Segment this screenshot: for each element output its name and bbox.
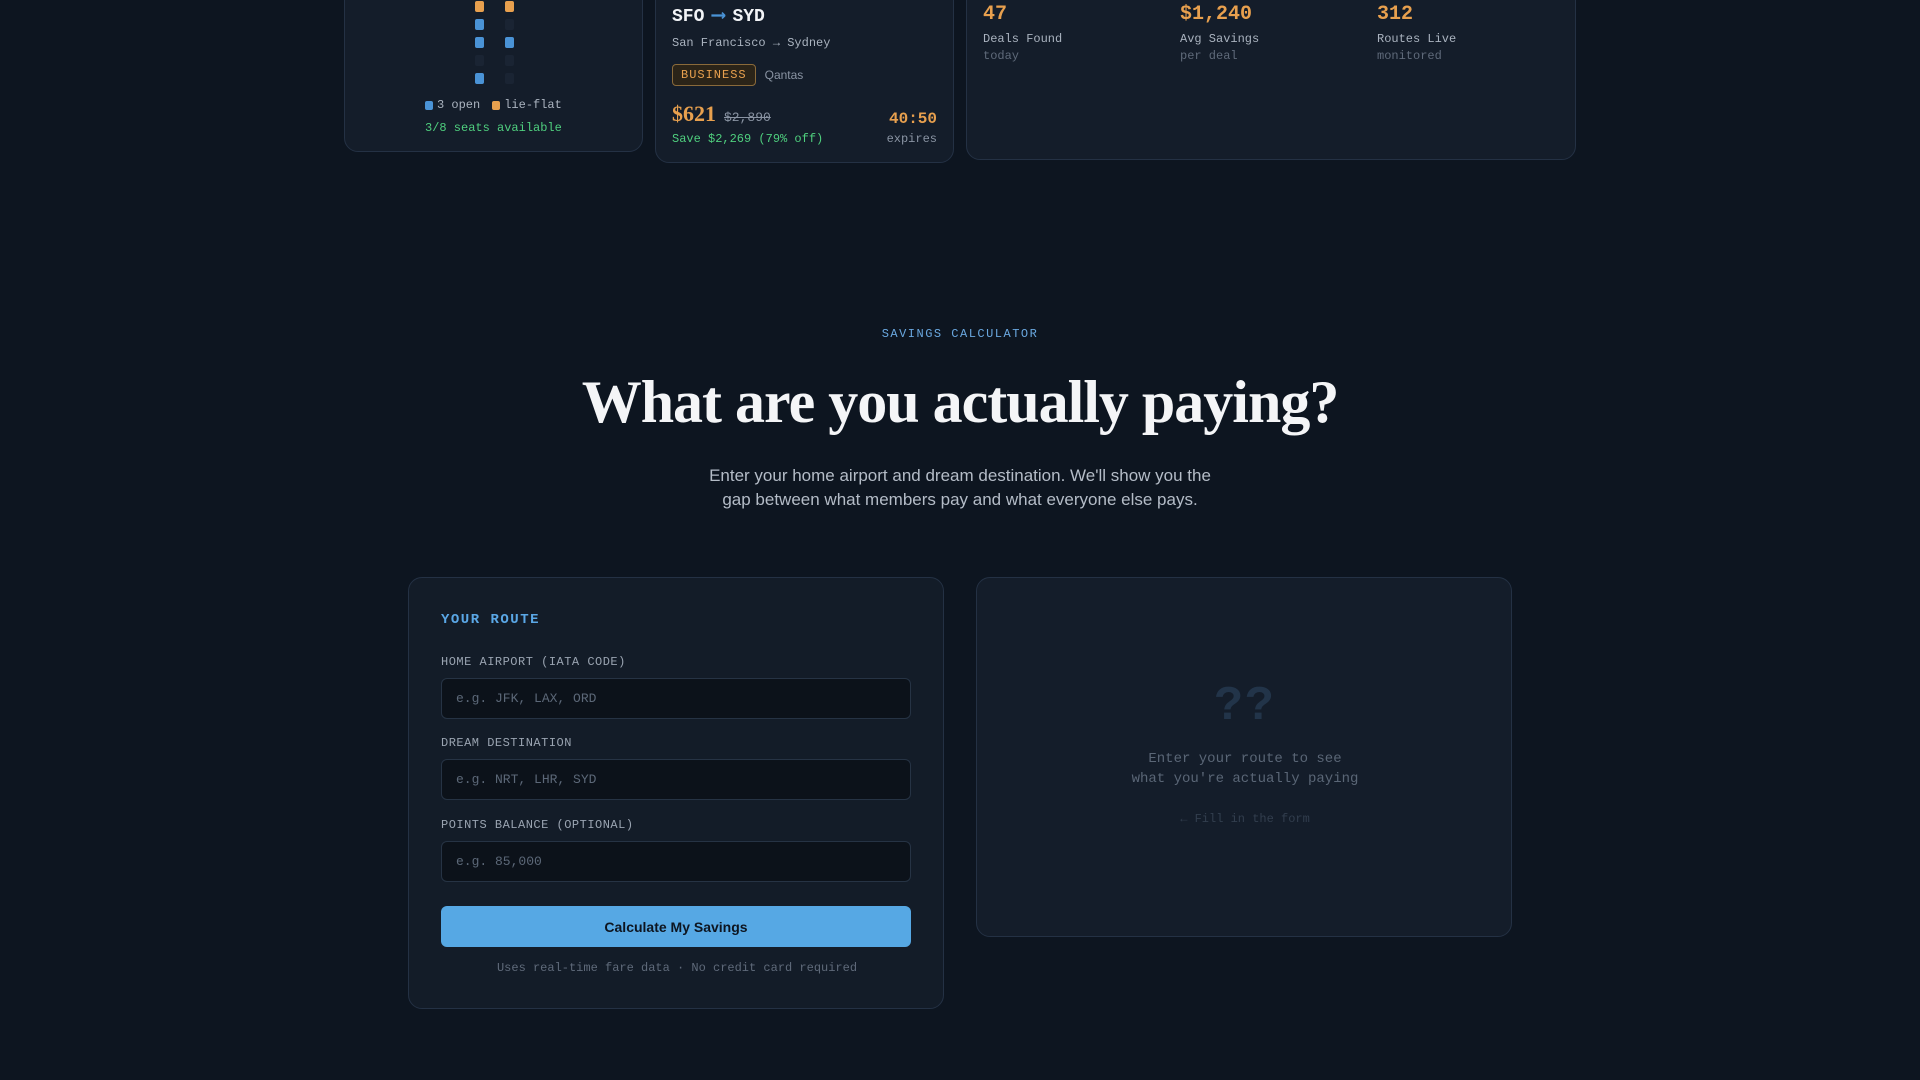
deal-price: $621	[672, 101, 716, 126]
stat-routes: 312 Routes Live monitored	[1377, 3, 1456, 63]
seat-open[interactable]	[505, 37, 514, 48]
seat-taken	[505, 19, 514, 30]
lieflat-seat-swatch-icon	[492, 100, 501, 110]
points-balance-label: POINTS BALANCE (OPTIONAL)	[441, 818, 634, 832]
section-subhead: Enter your home airport and dream destin…	[709, 466, 1211, 509]
stat-value: 47	[983, 3, 1008, 26]
result-card: ?? Enter your route to see what you're a…	[976, 577, 1512, 937]
stat-sub: today	[983, 49, 1020, 63]
legend-lieflat-label: lie-flat	[504, 98, 562, 112]
legend-open-label: 3 open	[437, 98, 481, 112]
stat-savings: $1,240 Avg Savings per deal	[1180, 3, 1259, 63]
route-codes: SFO ⟶ SYD	[672, 5, 765, 28]
price-row: $621 $2,890	[672, 101, 771, 127]
original-price: $2,890	[724, 110, 771, 125]
seat-open[interactable]	[475, 37, 484, 48]
section-headline: What are you actually paying?	[581, 369, 1340, 435]
result-line-1: Enter your route to see	[1148, 751, 1342, 767]
savings-text: Save $2,269 (79% off)	[672, 132, 824, 146]
legend-lieflat: lie-flat	[492, 98, 562, 112]
stat-sub: monitored	[1377, 49, 1442, 63]
stat-deals: 47 Deals Found today	[983, 3, 1062, 63]
calculate-savings-button[interactable]: Calculate My Savings	[441, 906, 911, 947]
seat-lieflat[interactable]	[505, 1, 514, 12]
arrow-right-icon: ⟶	[712, 5, 725, 28]
seat-taken	[475, 55, 484, 66]
result-placeholder-text: Enter your route to see what you're actu…	[977, 749, 1513, 789]
route-form-card: YOUR ROUTE HOME AIRPORT (IATA CODE) DREA…	[408, 577, 944, 1009]
route-full: San Francisco → Sydney	[672, 36, 831, 50]
seat-map-card: 3 open lie-flat 3/8 seats available	[344, 0, 643, 152]
cabin-row: BUSINESS Qantas	[672, 64, 803, 86]
legend-open: 3 open	[425, 98, 480, 112]
cabin-class-badge: BUSINESS	[672, 64, 756, 86]
result-line-2: what you're actually paying	[1131, 771, 1359, 787]
timer-label: expires	[886, 132, 937, 146]
seat-lieflat[interactable]	[475, 1, 484, 12]
question-marks-icon: ??	[1214, 680, 1276, 734]
stat-label: Routes Live	[1377, 32, 1457, 46]
origin-code: SFO	[672, 7, 705, 27]
stat-label: Deals Found	[983, 32, 1063, 46]
seats-available: 3/8 seats available	[425, 121, 562, 135]
form-title: YOUR ROUTE	[441, 612, 541, 628]
form-note: Uses real-time fare data · No credit car…	[496, 961, 858, 975]
destination-label: DREAM DESTINATION	[441, 736, 572, 750]
destination-input[interactable]	[441, 759, 911, 800]
seat-taken	[505, 73, 514, 84]
stat-value: 312	[1377, 3, 1414, 26]
destination-code: SYD	[732, 7, 765, 27]
result-hint: ← Fill in the form	[1180, 812, 1310, 826]
timer-value: 40:50	[888, 110, 937, 128]
seat-taken	[505, 55, 514, 66]
open-seat-swatch-icon	[425, 100, 433, 110]
stat-value: $1,240	[1180, 3, 1253, 26]
airline-name: Qantas	[764, 68, 804, 82]
seat-open[interactable]	[475, 73, 484, 84]
home-airport-label: HOME AIRPORT (IATA CODE)	[441, 655, 626, 669]
stat-sub: per deal	[1180, 49, 1238, 63]
deal-card[interactable]: SFO ⟶ SYD San Francisco → Sydney BUSINES…	[655, 0, 954, 163]
expiry-timer: 40:50 expires	[887, 110, 937, 146]
seat-legend: 3 open lie-flat	[425, 98, 562, 112]
seat-open[interactable]	[475, 19, 484, 30]
home-airport-input[interactable]	[441, 678, 911, 719]
stats-card: 47 Deals Found today $1,240 Avg Savings …	[966, 0, 1576, 160]
stat-label: Avg Savings	[1180, 32, 1260, 46]
points-balance-input[interactable]	[441, 841, 911, 882]
section-eyebrow: SAVINGS CALCULATOR	[881, 327, 1039, 341]
